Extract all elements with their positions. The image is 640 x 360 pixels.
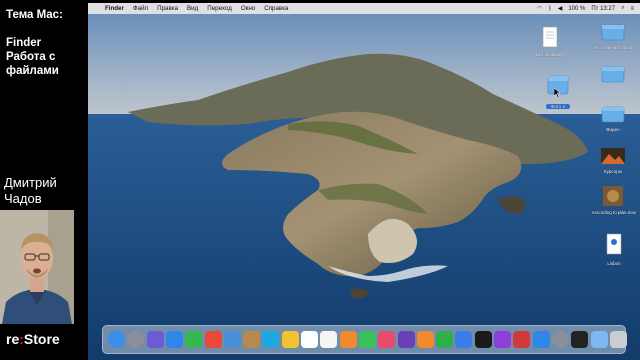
dock-notes-icon[interactable] — [281, 331, 299, 348]
brand-logo-left: re — [6, 331, 20, 347]
dock-contacts-icon[interactable] — [243, 331, 261, 348]
menu-file[interactable]: Файл — [133, 5, 148, 12]
menu-window[interactable]: Окно — [241, 5, 255, 12]
image-icon — [601, 148, 625, 164]
menu-bar: Finder Файл Правка Вид Переход Окно Спра… — [88, 3, 640, 14]
presenter-overlay-panel: Тема Mac: Finder Работа с файлами Дмитри… — [0, 0, 88, 360]
desktop-label-video: Видео — [606, 127, 620, 132]
mouse-cursor-icon — [554, 88, 561, 98]
dock-numbers-icon[interactable] — [436, 331, 454, 348]
dock-tv-icon[interactable] — [474, 331, 492, 348]
spotlight-icon[interactable]: ⌕ — [621, 5, 624, 12]
dock-imovie-icon[interactable] — [397, 331, 415, 348]
dock-app-store-icon[interactable] — [532, 331, 550, 348]
lesson-topic: Тема Mac: — [6, 9, 63, 21]
brand-logo: re:Store — [6, 331, 60, 347]
dock-siri-icon[interactable] — [146, 331, 164, 348]
battery-status[interactable]: 100 % — [568, 6, 585, 12]
dock-trash-icon[interactable] — [609, 331, 627, 348]
bluetooth-icon[interactable]: ᛒ — [548, 6, 552, 12]
document-icon — [542, 26, 558, 48]
menu-edit[interactable]: Правка — [157, 5, 178, 12]
desktop-label-photo2: Фото 2 — [546, 104, 570, 109]
folder-icon — [601, 66, 625, 83]
dock-photo-booth-icon[interactable] — [513, 331, 531, 348]
dock-podcasts-icon[interactable] — [494, 331, 511, 348]
wifi-icon[interactable]: ◠ — [537, 5, 542, 12]
desktop-item-photo2[interactable] — [545, 72, 571, 100]
menu-finder[interactable]: Finder — [105, 5, 124, 12]
dock-skype-icon[interactable] — [262, 331, 280, 348]
dock-activity-monitor-icon[interactable] — [571, 331, 589, 348]
dock-books-icon[interactable] — [416, 331, 434, 348]
folder-icon — [601, 24, 625, 41]
desktop-label-untitled: Без названия — [536, 52, 564, 57]
presenter-last-name: Чадов — [4, 191, 42, 206]
dock-music-icon[interactable] — [378, 331, 396, 348]
brand-logo-right: Store — [23, 331, 60, 347]
desktop-label-according-to-plan: According to plan.mov — [591, 210, 637, 215]
dock-finder-icon[interactable] — [108, 331, 125, 348]
document-icon — [606, 233, 622, 255]
dock-photos-icon[interactable] — [339, 331, 357, 348]
desktop-item-video[interactable] — [601, 104, 625, 124]
dock-keynote-icon[interactable] — [455, 331, 473, 348]
status-menus: ◠ ᛒ ◀ 100 % Пт 13:27 ⌕ ≡ — [531, 3, 634, 14]
menu-view[interactable]: Вид — [187, 5, 198, 12]
desktop-label-cursors: Курсоры — [604, 169, 622, 174]
menu-help[interactable]: Справка — [264, 5, 288, 12]
dock-launchpad-icon[interactable] — [127, 331, 145, 348]
dock-downloads-icon[interactable] — [590, 331, 608, 348]
presenter-first-name: Дмитрий — [4, 175, 57, 190]
catalina-wallpaper — [88, 14, 640, 360]
presenter-webcam — [0, 210, 74, 324]
desktop-item-folder-1[interactable] — [601, 22, 625, 42]
dock-preview-icon[interactable] — [223, 331, 241, 348]
dock-facetime-icon[interactable] — [358, 331, 376, 348]
dock-reminders-icon[interactable] — [320, 331, 338, 348]
dock-system-preferences-icon[interactable] — [551, 331, 569, 348]
volume-icon[interactable]: ◀ — [558, 5, 563, 12]
lesson-title-line-2: Работа с — [6, 51, 56, 63]
mac-desktop-screen: Finder Файл Правка Вид Переход Окно Спра… — [88, 0, 640, 360]
dock-messages-icon[interactable] — [185, 331, 203, 348]
dock-calendar-icon[interactable] — [301, 331, 318, 348]
video-icon — [603, 186, 623, 206]
desktop-item-untitled[interactable] — [540, 26, 560, 50]
dock-safari-icon[interactable] — [165, 331, 183, 348]
dock — [102, 325, 627, 354]
desktop-item-according-to-plan[interactable] — [602, 185, 624, 207]
clock[interactable]: Пт 13:27 — [591, 6, 615, 12]
menu-go[interactable]: Переход — [207, 5, 232, 12]
lesson-title-line-1: Finder — [6, 37, 42, 49]
desktop-label-folder-1: Постоянная папка — [593, 45, 633, 50]
desktop-item-lisbon[interactable] — [606, 233, 622, 255]
folder-icon — [601, 106, 625, 123]
desktop-item-cursors[interactable] — [600, 146, 626, 166]
notification-center-icon[interactable]: ≡ — [630, 6, 634, 12]
dock-chrome-icon[interactable] — [204, 331, 222, 348]
desktop-label-lisbon: Lisbon — [607, 261, 621, 266]
desktop-item-folder-2[interactable] — [601, 64, 625, 84]
lesson-title-line-3: файлами — [6, 65, 59, 77]
